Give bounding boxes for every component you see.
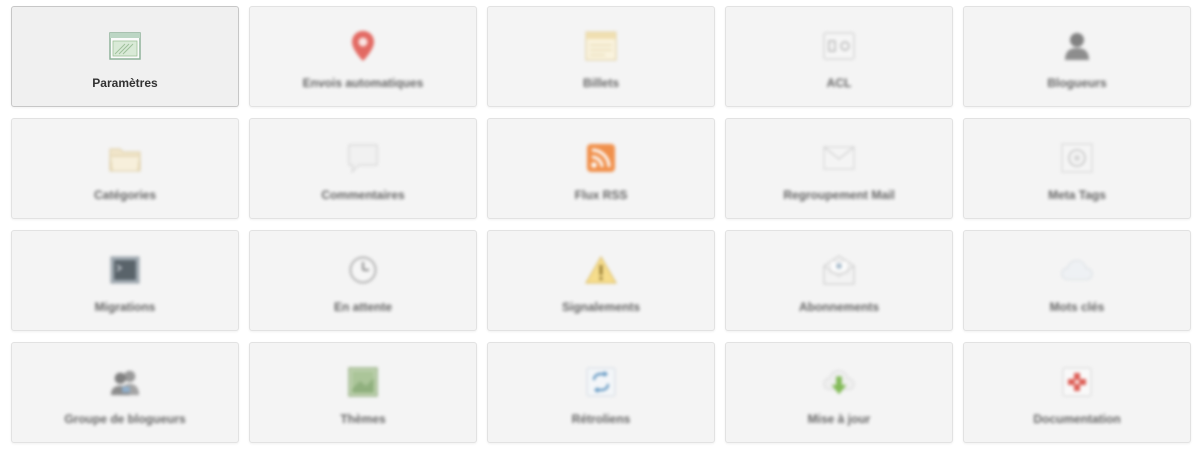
post-page-icon xyxy=(585,30,617,62)
tile-categories[interactable]: Catégories xyxy=(11,118,239,219)
tile-documentation[interactable]: Documentation xyxy=(963,342,1191,443)
tile-label: Envois automatiques xyxy=(302,76,424,90)
subscription-mail-icon xyxy=(823,254,855,286)
tile-label: Commentaires xyxy=(321,188,405,202)
tile-migrations[interactable]: Migrations xyxy=(11,230,239,331)
help-document-icon xyxy=(1061,366,1093,398)
download-update-icon xyxy=(823,366,855,398)
tile-label: Migrations xyxy=(94,300,156,314)
tile-mots-cles[interactable]: Mots clés xyxy=(963,230,1191,331)
tag-icon xyxy=(1061,142,1093,174)
tile-label: ACL xyxy=(826,76,852,90)
admin-dashboard-grid: Paramètres Envois automatiques Billets A… xyxy=(11,6,1191,443)
tile-themes[interactable]: Thèmes xyxy=(249,342,477,443)
tile-commentaires[interactable]: Commentaires xyxy=(249,118,477,219)
tile-label: En attente xyxy=(333,300,392,314)
tile-label: Paramètres xyxy=(92,76,158,90)
cloud-icon xyxy=(1061,254,1093,286)
tile-retroliens[interactable]: Rétroliens xyxy=(487,342,715,443)
tile-label: Thèmes xyxy=(340,412,386,426)
theme-image-icon xyxy=(347,366,379,398)
refresh-arrows-icon xyxy=(585,366,617,398)
tile-label: Abonnements xyxy=(798,300,879,314)
tile-label: Blogueurs xyxy=(1047,76,1107,90)
acl-icon xyxy=(823,30,855,62)
tile-en-attente[interactable]: En attente xyxy=(249,230,477,331)
tile-parametres[interactable]: Paramètres xyxy=(11,6,239,107)
tile-label: Documentation xyxy=(1033,412,1121,426)
comment-bubble-icon xyxy=(347,142,379,174)
rss-icon xyxy=(585,142,617,174)
tile-label: Billets xyxy=(582,76,619,90)
tile-label: Flux RSS xyxy=(574,188,628,202)
tile-envois-automatiques[interactable]: Envois automatiques xyxy=(249,6,477,107)
tile-label: Meta Tags xyxy=(1048,188,1106,202)
tile-meta-tags[interactable]: Meta Tags xyxy=(963,118,1191,219)
tile-label: Signalements xyxy=(561,300,641,314)
tile-label: Regroupement Mail xyxy=(783,188,895,202)
tile-flux-rss[interactable]: Flux RSS xyxy=(487,118,715,219)
tile-mise-a-jour[interactable]: Mise à jour xyxy=(725,342,953,443)
tile-label: Groupe de blogueurs xyxy=(64,412,186,426)
tile-billets[interactable]: Billets xyxy=(487,6,715,107)
tile-regroupement-mail[interactable]: Regroupement Mail xyxy=(725,118,953,219)
tile-abonnements[interactable]: Abonnements xyxy=(725,230,953,331)
tile-label: Catégories xyxy=(93,188,157,202)
warning-icon xyxy=(585,254,617,286)
clock-icon xyxy=(347,254,379,286)
tile-blogueurs[interactable]: Blogueurs xyxy=(963,6,1191,107)
terminal-icon xyxy=(109,254,141,286)
folder-icon xyxy=(109,142,141,174)
envelope-icon xyxy=(823,142,855,174)
tile-label: Rétroliens xyxy=(571,412,631,426)
user-group-icon xyxy=(109,366,141,398)
tile-label: Mise à jour xyxy=(807,412,871,426)
tile-signalements[interactable]: Signalements xyxy=(487,230,715,331)
settings-window-icon xyxy=(109,30,141,62)
user-icon xyxy=(1061,30,1093,62)
tile-groupe-de-blogueurs[interactable]: Groupe de blogueurs xyxy=(11,342,239,443)
map-pin-icon xyxy=(347,30,379,62)
tile-acl[interactable]: ACL xyxy=(725,6,953,107)
tile-label: Mots clés xyxy=(1049,300,1105,314)
